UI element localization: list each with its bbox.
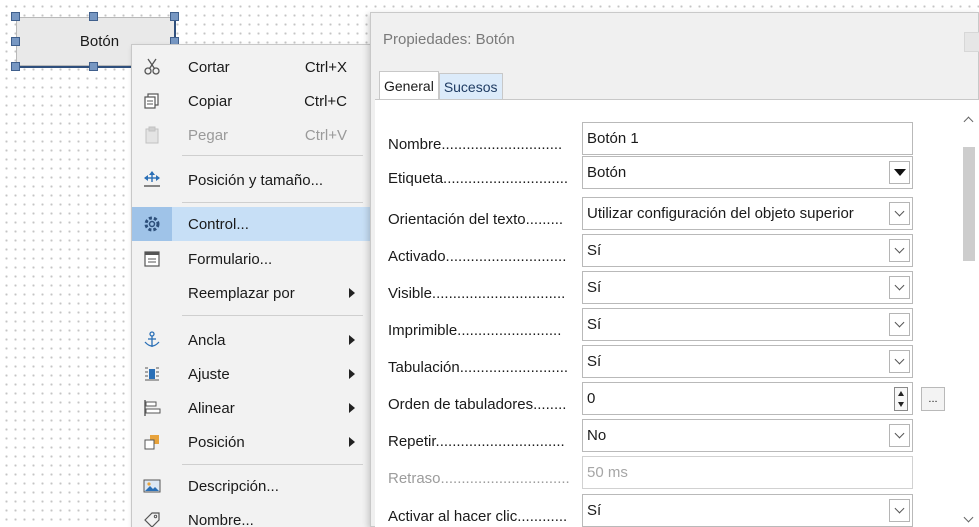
scrollbar-thumb[interactable] — [963, 147, 975, 261]
selection-handle[interactable] — [11, 62, 20, 71]
label-field[interactable]: Botón — [582, 156, 913, 189]
repeat-select[interactable]: No — [582, 419, 913, 452]
menu-item-copy[interactable]: Copiar Ctrl+C — [132, 84, 371, 118]
align-icon — [142, 398, 162, 418]
clipboard-icon — [142, 125, 162, 145]
property-label-name: Nombre............................. — [388, 136, 563, 153]
menu-item-name[interactable]: Nombre... — [132, 503, 371, 527]
vertical-scrollbar[interactable] — [959, 100, 979, 527]
submenu-arrow-icon — [349, 437, 355, 447]
form-icon — [142, 249, 162, 269]
chevron-down-icon — [894, 503, 905, 514]
menu-item-form[interactable]: Formulario... — [132, 242, 371, 276]
menu-item-wrap[interactable]: Ajuste — [132, 357, 371, 391]
menu-separator — [182, 202, 363, 203]
chevron-down-icon — [894, 317, 905, 328]
text-direction-select[interactable]: Utilizar configuración del objeto superi… — [582, 197, 913, 230]
dropdown-button[interactable] — [889, 424, 910, 447]
chevron-down-icon — [894, 206, 905, 217]
menu-item-position-size[interactable]: Posición y tamaño... — [132, 163, 371, 197]
copy-icon — [142, 91, 162, 111]
tabstop-select[interactable]: Sí — [582, 345, 913, 378]
take-focus-select[interactable]: Sí — [582, 494, 913, 527]
submenu-arrow-icon — [349, 369, 355, 379]
form-button-label: Botón — [79, 33, 120, 50]
close-button[interactable] — [964, 32, 979, 52]
properties-panel: Nombre............................. Botó… — [375, 99, 979, 527]
selection-handle[interactable] — [89, 62, 98, 71]
triangle-down-icon — [893, 169, 906, 176]
chevron-down-icon — [894, 243, 905, 254]
dropdown-button[interactable] — [889, 202, 910, 225]
chevron-down-icon — [894, 354, 905, 365]
menu-separator — [182, 464, 363, 465]
name-field[interactable]: Botón 1 — [582, 122, 913, 155]
menu-separator — [182, 155, 363, 156]
chevron-down-icon — [894, 280, 905, 291]
menu-item-arrange[interactable]: Posición — [132, 425, 371, 459]
property-label-repeat: Repetir............................... — [388, 433, 565, 450]
submenu-arrow-icon — [349, 288, 355, 298]
menu-item-control[interactable]: Control... — [132, 207, 371, 241]
property-label-tab-order: Orden de tabuladores........ — [388, 396, 567, 413]
image-description-icon — [142, 476, 162, 496]
selection-handle[interactable] — [11, 37, 20, 46]
tab-bar: General Sucesos — [379, 71, 503, 100]
tab-order-spinbox[interactable]: 0 — [582, 382, 913, 415]
gear-icon — [142, 214, 162, 234]
property-label-take-focus-on-click: Activar al hacer clic............ — [388, 508, 568, 525]
property-label-delay: Retraso............................... — [388, 470, 570, 487]
dropdown-button[interactable] — [889, 313, 910, 336]
arrange-icon — [142, 432, 162, 452]
spin-up-icon — [898, 391, 904, 396]
dialog-title: Propiedades: Botón — [383, 31, 515, 48]
dropdown-button[interactable] — [889, 239, 910, 262]
menu-item-paste[interactable]: Pegar Ctrl+V — [132, 118, 371, 152]
menu-item-replace-with[interactable]: Reemplazar por — [132, 276, 371, 310]
property-label-tabstop: Tabulación.......................... — [388, 359, 569, 376]
delay-field[interactable]: 50 ms — [582, 456, 913, 489]
tab-order-ellipsis-button[interactable]: ... — [921, 387, 945, 411]
property-label-label: Etiqueta.............................. — [388, 170, 569, 187]
menu-item-align[interactable]: Alinear — [132, 391, 371, 425]
scroll-up-icon[interactable] — [963, 116, 974, 127]
spin-button[interactable] — [894, 387, 908, 411]
tab-general[interactable]: General — [379, 71, 439, 100]
chevron-down-icon — [894, 428, 905, 439]
property-label-enabled: Activado............................. — [388, 248, 567, 265]
dropdown-button[interactable] — [889, 499, 910, 522]
menu-separator — [182, 315, 363, 316]
property-label-text-direction: Orientación del texto......... — [388, 211, 564, 228]
selection-handle[interactable] — [170, 12, 179, 21]
menu-item-cut[interactable]: Cortar Ctrl+X — [132, 50, 371, 84]
wrap-icon — [142, 364, 162, 384]
submenu-arrow-icon — [349, 335, 355, 345]
dropdown-button[interactable] — [889, 161, 910, 184]
position-size-icon — [142, 170, 162, 190]
submenu-arrow-icon — [349, 403, 355, 413]
visible-select[interactable]: Sí — [582, 271, 913, 304]
scroll-down-icon[interactable] — [963, 512, 974, 523]
selection-handle[interactable] — [11, 12, 20, 21]
scissors-icon — [142, 57, 162, 77]
tab-events[interactable]: Sucesos — [438, 73, 503, 99]
property-label-visible: Visible................................ — [388, 285, 566, 302]
properties-dialog: Propiedades: Botón General Sucesos Nombr… — [370, 12, 979, 527]
property-label-printable: Imprimible......................... — [388, 322, 562, 339]
dropdown-button[interactable] — [889, 276, 910, 299]
selection-handle[interactable] — [89, 12, 98, 21]
context-menu: Cortar Ctrl+X Copiar Ctrl+C Pegar Ctrl+V… — [131, 44, 372, 527]
tag-icon — [142, 510, 162, 527]
anchor-icon — [142, 330, 162, 350]
menu-item-description[interactable]: Descripción... — [132, 469, 371, 503]
spin-down-icon — [898, 402, 904, 407]
enabled-select[interactable]: Sí — [582, 234, 913, 267]
dropdown-button[interactable] — [889, 350, 910, 373]
printable-select[interactable]: Sí — [582, 308, 913, 341]
menu-item-anchor[interactable]: Ancla — [132, 323, 371, 357]
